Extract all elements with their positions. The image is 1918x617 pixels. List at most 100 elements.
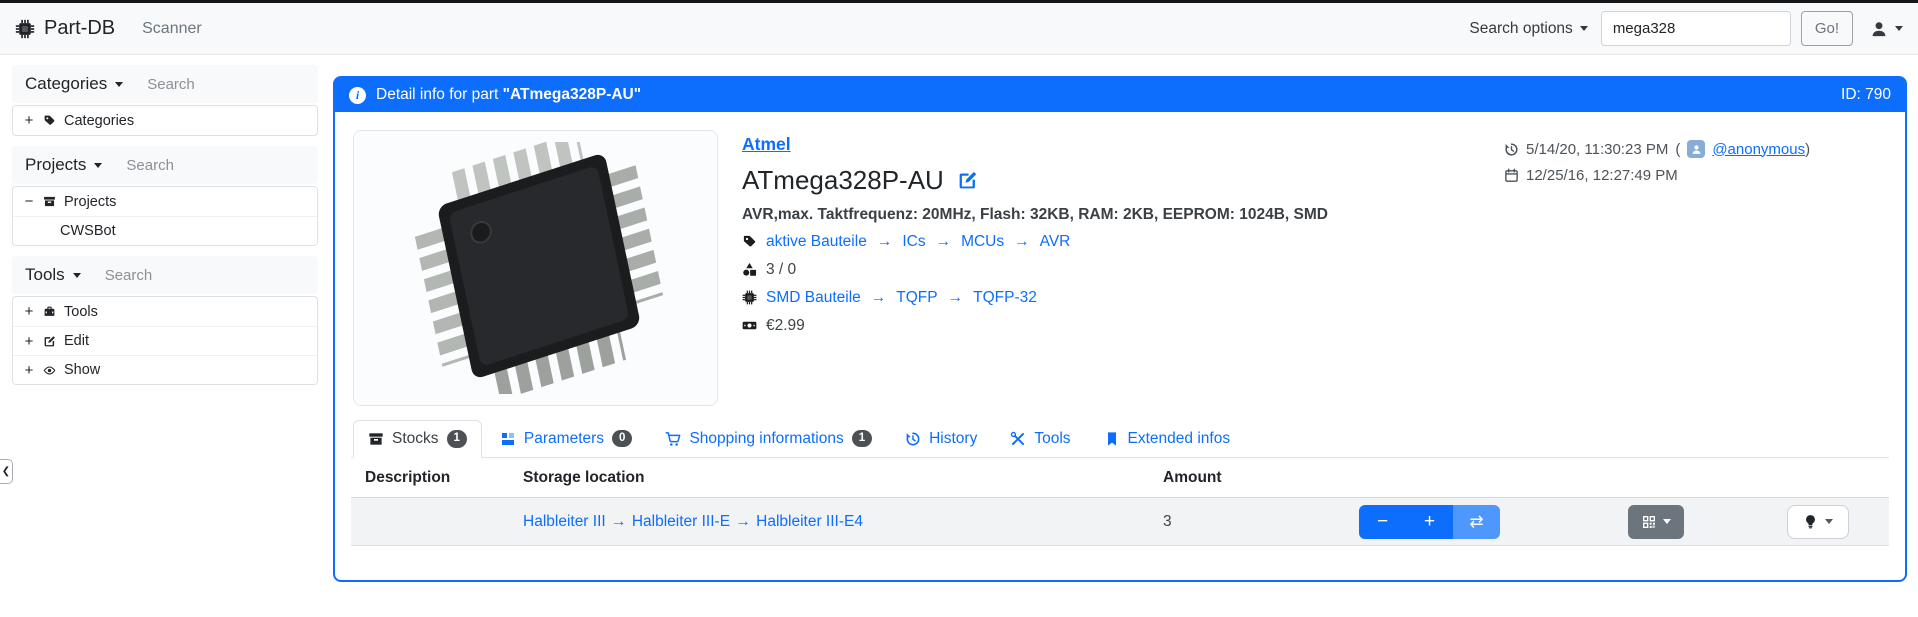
user-icon: [1691, 144, 1702, 155]
categories-search-input[interactable]: [147, 76, 297, 93]
part-detail-card: i Detail info for part "ATmega328P-AU" I…: [333, 76, 1907, 582]
global-search-input[interactable]: [1601, 11, 1791, 46]
tools-dropdown[interactable]: Tools: [25, 265, 81, 285]
user-menu-dropdown[interactable]: [1870, 20, 1903, 38]
tab-history[interactable]: History: [890, 420, 992, 457]
projects-dropdown[interactable]: Projects: [25, 155, 102, 175]
expand-icon[interactable]: +: [23, 333, 35, 350]
col-amount: Amount: [1163, 469, 1321, 487]
history-icon: [905, 431, 921, 447]
toolbox-icon: [43, 305, 56, 318]
tree-item-show[interactable]: + Show: [13, 355, 317, 384]
stock-summary: 3 / 0: [766, 261, 796, 279]
decrease-amount-button[interactable]: −: [1359, 505, 1406, 539]
tab-label: Tools: [1034, 430, 1070, 448]
projects-search-input[interactable]: [126, 157, 276, 174]
arrow-separator: →: [877, 233, 893, 251]
edit-part-icon[interactable]: [957, 170, 978, 191]
part-dates: 5/14/20, 11:30:23 PM ( @anonymous) 12/25…: [1504, 136, 1810, 188]
paren-open: (: [1675, 141, 1680, 158]
chevron-down-icon: [1663, 519, 1671, 524]
amount-stepper: − + ⇄: [1359, 505, 1500, 539]
category-link[interactable]: AVR: [1040, 233, 1071, 251]
led-locate-dropdown[interactable]: [1787, 505, 1849, 539]
tree-item-label: Show: [64, 362, 100, 378]
tools-search-input[interactable]: [105, 267, 255, 284]
part-description: AVR,max. Taktfrequenz: 20MHz, Flash: 32K…: [742, 206, 1328, 224]
sidebar-collapse-handle[interactable]: ❮: [0, 459, 13, 484]
tree-item-label: Edit: [64, 333, 89, 349]
created-row: 12/25/16, 12:27:49 PM: [1504, 162, 1810, 188]
projects-tree: − Projects CWSBot: [12, 186, 318, 246]
stock-summary-row: 3 / 0: [742, 259, 1328, 280]
tree-item-categories[interactable]: + Categories: [13, 106, 317, 135]
calendar-icon: [1504, 168, 1519, 183]
tools-title: Tools: [25, 265, 65, 285]
arrow-separator: →: [611, 513, 627, 530]
money-bill-icon: [742, 318, 757, 333]
tools-icon: [1010, 431, 1026, 447]
category-link[interactable]: ICs: [902, 233, 925, 251]
tab-parameters[interactable]: Parameters 0: [485, 420, 648, 457]
categories-dropdown[interactable]: Categories: [25, 74, 123, 94]
search-options-dropdown[interactable]: Search options: [1469, 20, 1587, 38]
col-storage-location: Storage location: [523, 469, 1163, 487]
cell-amount: 3: [1163, 513, 1321, 531]
category-link[interactable]: aktive Bauteile: [766, 233, 867, 251]
arrow-separator: →: [1014, 233, 1030, 251]
col-description: Description: [351, 469, 523, 487]
projects-title: Projects: [25, 155, 86, 175]
move-stock-button[interactable]: ⇄: [1453, 505, 1500, 539]
tree-item-projects[interactable]: − Projects: [13, 187, 317, 216]
header-text: Detail info for part "ATmega328P-AU": [376, 86, 641, 104]
footprint-link[interactable]: TQFP-32: [973, 289, 1037, 307]
tree-item-cwsbot[interactable]: CWSBot: [13, 216, 317, 245]
tree-item-edit[interactable]: + Edit: [13, 326, 317, 355]
chevron-down-icon: [73, 273, 81, 278]
part-price: €2.99: [766, 317, 805, 335]
table-header: Description Storage location Amount: [351, 458, 1889, 498]
tools-tree: + Tools + Edit + Show: [12, 296, 318, 385]
table-row: Halbleiter III → Halbleiter III-E → Halb…: [351, 498, 1889, 546]
chevron-down-icon: [1580, 26, 1588, 31]
tab-shopping-informations[interactable]: Shopping informations 1: [650, 420, 887, 457]
tree-item-tools[interactable]: + Tools: [13, 297, 317, 326]
stocks-table: Description Storage location Amount Halb…: [351, 458, 1889, 546]
location-link[interactable]: Halbleiter III-E: [632, 513, 730, 530]
part-tabs: Stocks 1 Parameters 0 Shopping informati…: [351, 420, 1889, 458]
category-breadcrumb: aktive Bauteile → ICs → MCUs → AVR: [742, 231, 1328, 252]
nav-item-scanner[interactable]: Scanner: [142, 20, 202, 38]
tab-label: Stocks: [392, 430, 439, 448]
increase-amount-button[interactable]: +: [1406, 505, 1453, 539]
tab-extended-infos[interactable]: Extended infos: [1089, 420, 1246, 457]
collapse-icon[interactable]: −: [23, 193, 35, 210]
footprint-link[interactable]: SMD Bauteile: [766, 289, 861, 307]
tab-tools[interactable]: Tools: [995, 420, 1085, 457]
search-go-button[interactable]: Go!: [1801, 11, 1853, 46]
brand-label: Part-DB: [44, 17, 115, 40]
location-link[interactable]: Halbleiter III: [523, 513, 606, 530]
header-part-name: "ATmega328P-AU": [503, 86, 641, 103]
tree-item-label: Categories: [64, 113, 134, 129]
part-detail-header: i Detail info for part "ATmega328P-AU" I…: [335, 78, 1905, 112]
chevron-down-icon: [94, 163, 102, 168]
expand-icon[interactable]: +: [23, 112, 35, 129]
expand-icon[interactable]: +: [23, 362, 35, 379]
sidebar-section-projects-header: Projects: [12, 146, 318, 184]
category-link[interactable]: MCUs: [961, 233, 1004, 251]
app-brand[interactable]: Part-DB: [15, 17, 115, 40]
tab-stocks[interactable]: Stocks 1: [353, 420, 482, 458]
tab-label: Shopping informations: [689, 430, 843, 448]
arrow-separator: →: [936, 233, 952, 251]
paren-close: ): [1805, 141, 1810, 158]
arrow-separator: →: [871, 289, 887, 307]
history-icon: [1504, 142, 1519, 157]
manufacturer-link[interactable]: Atmel: [742, 134, 791, 155]
footprint-link[interactable]: TQFP: [896, 289, 937, 307]
chevron-down-icon: [1825, 519, 1833, 524]
part-image[interactable]: [353, 130, 718, 406]
label-generator-dropdown[interactable]: [1628, 505, 1684, 539]
location-link[interactable]: Halbleiter III-E4: [756, 513, 863, 530]
expand-icon[interactable]: +: [23, 303, 35, 320]
user-link[interactable]: @anonymous: [1712, 141, 1805, 158]
